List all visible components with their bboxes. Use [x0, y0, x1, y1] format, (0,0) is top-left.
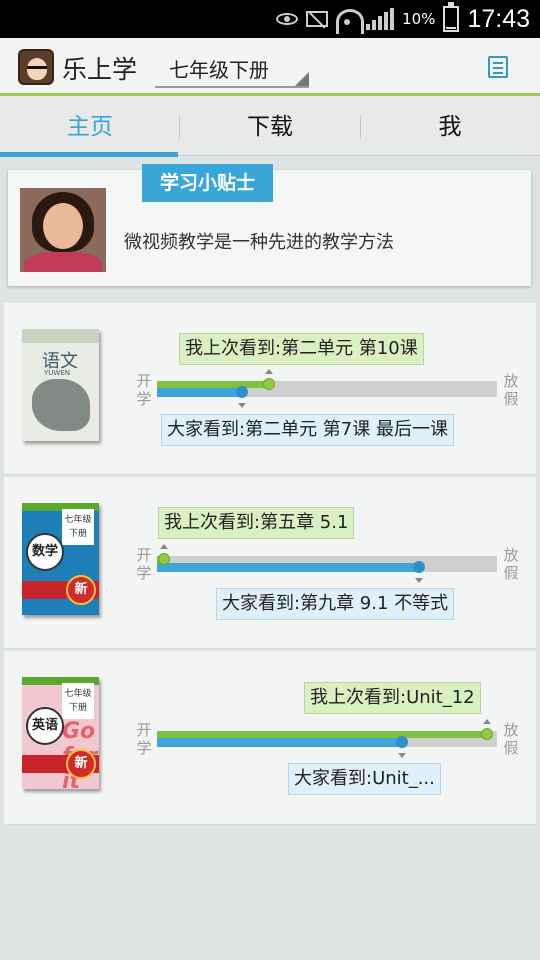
study-tip-card[interactable]: 学习小贴士 微视频教学是一种先进的教学方法 — [8, 164, 531, 286]
my-progress-tick — [482, 719, 491, 724]
everyone-progress-handle — [395, 736, 408, 748]
my-progress-bar — [157, 381, 270, 388]
book-cover-english[interactable]: 七年级 下册 Go for it 英语 新 — [22, 677, 99, 789]
wifi-icon — [336, 9, 365, 34]
everyone-progress-label: 大家看到:第二单元 第7课 最后一课 — [161, 414, 454, 446]
my-progress-handle[interactable] — [480, 728, 493, 740]
term-end-label: 放假 — [503, 372, 519, 408]
everyone-progress-tick — [414, 578, 423, 583]
my-progress-label: 我上次看到:第二单元 第10课 — [179, 333, 424, 365]
app-title: 乐上学 — [62, 55, 138, 84]
everyone-progress-bar — [157, 388, 242, 397]
teacher-avatar — [20, 188, 106, 272]
tab-home-label: 主页 — [67, 114, 113, 140]
tab-download-label: 下载 — [247, 114, 293, 140]
my-progress-handle[interactable] — [157, 553, 170, 565]
cover-subtitle: YUWEN — [44, 369, 70, 377]
term-start-label: 开学 — [136, 721, 152, 757]
my-progress-bar — [157, 731, 487, 738]
app-bar: 乐上学 七年级下册 — [0, 38, 540, 96]
ink-painting — [32, 379, 90, 431]
mute-icon — [306, 11, 329, 27]
dropdown-corner-icon — [295, 72, 309, 86]
status-bar: 10% 17:43 — [0, 0, 540, 38]
cover-grade-panel: 七年级 下册 — [62, 509, 94, 545]
term-start-label: 开学 — [136, 372, 152, 408]
active-tab-indicator — [0, 152, 178, 157]
battery-percent: 10% — [402, 10, 436, 28]
cover-title: 英语 — [26, 707, 64, 745]
tab-me-label: 我 — [438, 114, 462, 140]
app-logo-icon — [18, 49, 54, 85]
everyone-progress-handle — [412, 561, 425, 573]
tab-home[interactable]: 主页 — [0, 96, 180, 157]
new-badge: 新 — [66, 575, 96, 605]
list-icon[interactable] — [488, 56, 508, 78]
cover-title: 数学 — [26, 533, 64, 571]
signal-icon — [366, 8, 395, 30]
term-start-label: 开学 — [136, 546, 152, 582]
tab-download[interactable]: 下载 — [180, 96, 360, 156]
everyone-progress-tick — [238, 403, 246, 408]
term-end-label: 放假 — [503, 546, 519, 582]
eye-icon — [276, 13, 299, 25]
new-badge: 新 — [66, 749, 96, 779]
clock: 17:43 — [467, 4, 530, 33]
study-tip-text: 微视频教学是一种先进的教学方法 — [124, 232, 394, 253]
grade-selector[interactable]: 七年级下册 — [155, 52, 309, 88]
my-progress-tick — [159, 544, 168, 549]
everyone-progress-label: 大家看到:第九章 9.1 不等式 — [216, 588, 455, 620]
battery-icon — [443, 2, 460, 32]
everyone-progress-bar — [157, 563, 419, 572]
study-tip-badge: 学习小贴士 — [142, 164, 273, 202]
book-cover-chinese[interactable]: 语文 YUWEN — [22, 329, 99, 441]
book-cover-math[interactable]: 七年级 下册 数学 新 — [22, 503, 99, 615]
my-progress-label: 我上次看到:第五章 5.1 — [158, 507, 355, 539]
tab-me[interactable]: 我 — [360, 96, 540, 156]
everyone-progress-tick — [397, 753, 406, 758]
my-progress-label: 我上次看到:Unit_12 — [304, 682, 481, 714]
cover-grade-panel: 七年级 下册 — [62, 683, 94, 719]
grade-selector-label: 七年级下册 — [169, 58, 269, 82]
my-progress-tick — [265, 369, 274, 374]
everyone-progress-bar — [157, 738, 402, 747]
term-end-label: 放假 — [503, 721, 519, 757]
tab-bar: 主页 下载 我 — [0, 96, 540, 157]
everyone-progress-label: 大家看到:Unit_... — [288, 763, 441, 795]
everyone-progress-handle — [236, 386, 248, 398]
